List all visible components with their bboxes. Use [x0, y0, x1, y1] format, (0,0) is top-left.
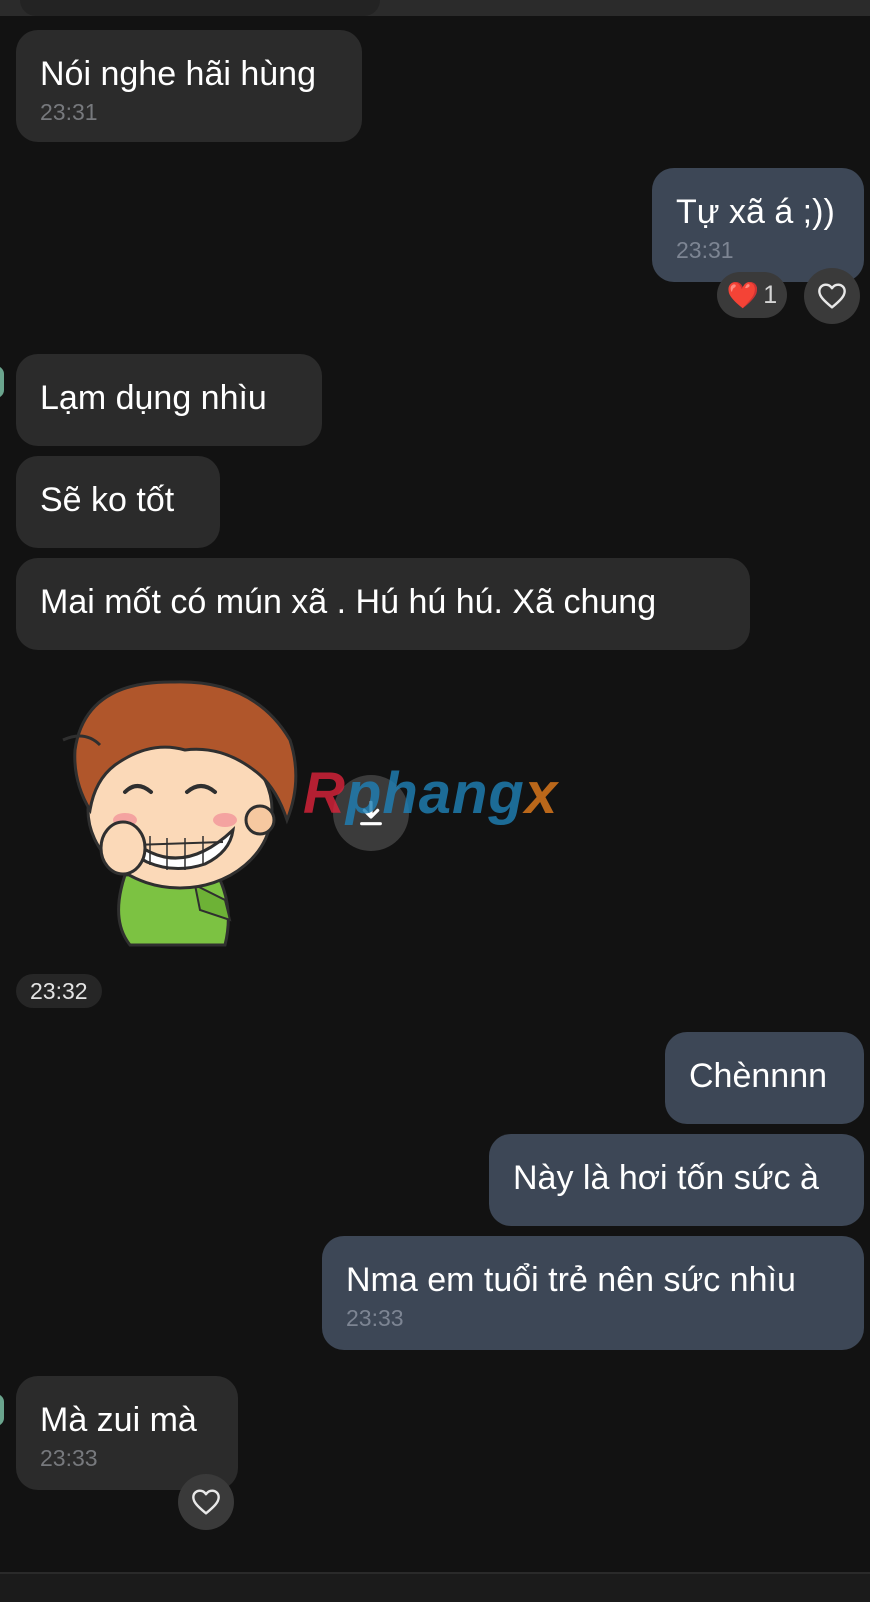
message-time: 23:33: [40, 1445, 98, 1471]
message-time: 23:33: [346, 1305, 404, 1331]
react-heart-button[interactable]: [804, 268, 860, 324]
message-bubble-incoming[interactable]: Sẽ ko tốt: [16, 456, 220, 548]
sender-avatar[interactable]: [0, 366, 4, 398]
message-text: Nói nghe hãi hùng: [40, 55, 317, 93]
message-text: Mà zui mà: [40, 1401, 197, 1439]
react-heart-button[interactable]: [178, 1474, 234, 1530]
sticker-time: 23:32: [16, 974, 102, 1008]
message-text: Mai mốt có mún xã . Hú hú hú. Xã chung: [40, 583, 657, 621]
message-text: Tự xã á ;)): [676, 193, 835, 231]
bottom-bar: [0, 1572, 870, 1602]
heart-outline-icon: [818, 283, 846, 309]
message-bubble-outgoing[interactable]: Này là hơi tốn sức à: [489, 1134, 864, 1226]
message-text: Lạm dụng nhìu: [40, 379, 267, 417]
message-bubble-incoming[interactable]: Mà zui mà 23:33: [16, 1376, 238, 1490]
reaction-count: 1: [763, 280, 778, 309]
message-time: 23:31: [40, 99, 98, 125]
message-bubble-incoming[interactable]: Nói nghe hãi hùng 23:31: [16, 30, 362, 142]
watermark: Rphangx: [303, 762, 558, 826]
message-text: Này là hơi tốn sức à: [513, 1159, 819, 1197]
sender-avatar[interactable]: [0, 1394, 4, 1426]
reaction-badge[interactable]: ❤️ 1: [717, 272, 787, 318]
message-bubble-incoming[interactable]: Lạm dụng nhìu: [16, 354, 322, 446]
message-time: 23:31: [676, 237, 734, 263]
message-text: Chènnnn: [689, 1057, 828, 1095]
watermark-last-letter: x: [524, 761, 559, 826]
message-bubble-outgoing[interactable]: Tự xã á ;)) 23:31: [652, 168, 864, 282]
watermark-middle: phang: [345, 761, 525, 826]
watermark-first-letter: R: [303, 761, 346, 826]
sticker-image[interactable]: [55, 670, 315, 950]
boy-grinning-sticker-icon: [62, 680, 298, 947]
message-text: Sẽ ko tốt: [40, 481, 175, 519]
message-bubble-outgoing[interactable]: Nma em tuổi trẻ nên sức nhìu 23:33: [322, 1236, 864, 1350]
red-heart-emoji-icon: ❤️: [726, 280, 760, 310]
message-bubble-incoming[interactable]: Mai mốt có mún xã . Hú hú hú. Xã chung: [16, 558, 750, 650]
heart-outline-icon: [192, 1489, 220, 1515]
message-bubble-outgoing[interactable]: Chènnnn: [665, 1032, 864, 1124]
previous-message-bubble-edge: [20, 0, 380, 16]
message-text: Nma em tuổi trẻ nên sức nhìu: [346, 1261, 796, 1299]
